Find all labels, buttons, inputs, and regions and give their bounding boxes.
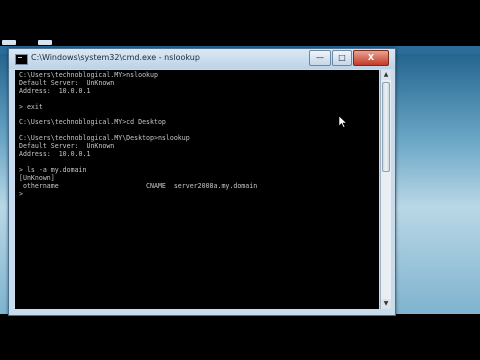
scroll-up-arrow-icon[interactable]: ▲ xyxy=(381,70,391,80)
window-title: C:\Windows\system32\cmd.exe - nslookup xyxy=(31,53,200,62)
console-line: [UnKnown] xyxy=(19,173,55,182)
console-output[interactable]: C:\Users\technoblogical.MY>nslookup Defa… xyxy=(15,70,379,309)
desktop-shortcut-icon[interactable] xyxy=(2,40,16,45)
close-button[interactable]: X xyxy=(353,50,389,66)
minimize-button[interactable]: — xyxy=(309,50,331,66)
console-line: C:\Users\technoblogical.MY\Desktop>nsloo… xyxy=(19,134,190,143)
window-controls: — □ X xyxy=(309,50,389,66)
console-line: C:\Users\technoblogical.MY>nslookup xyxy=(19,71,158,79)
mouse-pointer-icon xyxy=(339,116,347,128)
title-bar[interactable]: C:\Windows\system32\cmd.exe - nslookup —… xyxy=(9,49,395,69)
scrollbar-thumb[interactable] xyxy=(382,82,390,172)
maximize-button[interactable]: □ xyxy=(332,50,352,66)
console-text: C:\Users\technoblogical.MY>nslookup Defa… xyxy=(15,70,379,199)
console-line: othername CNAME server2008a.my.domain xyxy=(19,181,258,190)
vertical-scrollbar[interactable]: ▲ ▼ xyxy=(380,70,391,309)
cmd-console-icon[interactable] xyxy=(15,54,28,65)
console-line: > ls -a my.domain xyxy=(19,165,87,174)
console-line: Address: 10.0.0.1 xyxy=(19,86,91,95)
cmd-window[interactable]: C:\Windows\system32\cmd.exe - nslookup —… xyxy=(8,48,396,316)
console-line: Default Server: UnKnown xyxy=(19,142,115,151)
console-line: Address: 10.0.0.1 xyxy=(19,150,91,159)
console-line: C:\Users\technoblogical.MY>cd Desktop xyxy=(19,118,166,127)
console-line: > exit xyxy=(19,102,43,111)
desktop-icon-row xyxy=(2,40,52,45)
desktop-shortcut-icon[interactable] xyxy=(38,40,52,45)
console-line: Default Server: UnKnown xyxy=(19,78,115,87)
console-prompt[interactable]: > xyxy=(19,190,23,198)
scroll-down-arrow-icon[interactable]: ▼ xyxy=(381,299,391,309)
